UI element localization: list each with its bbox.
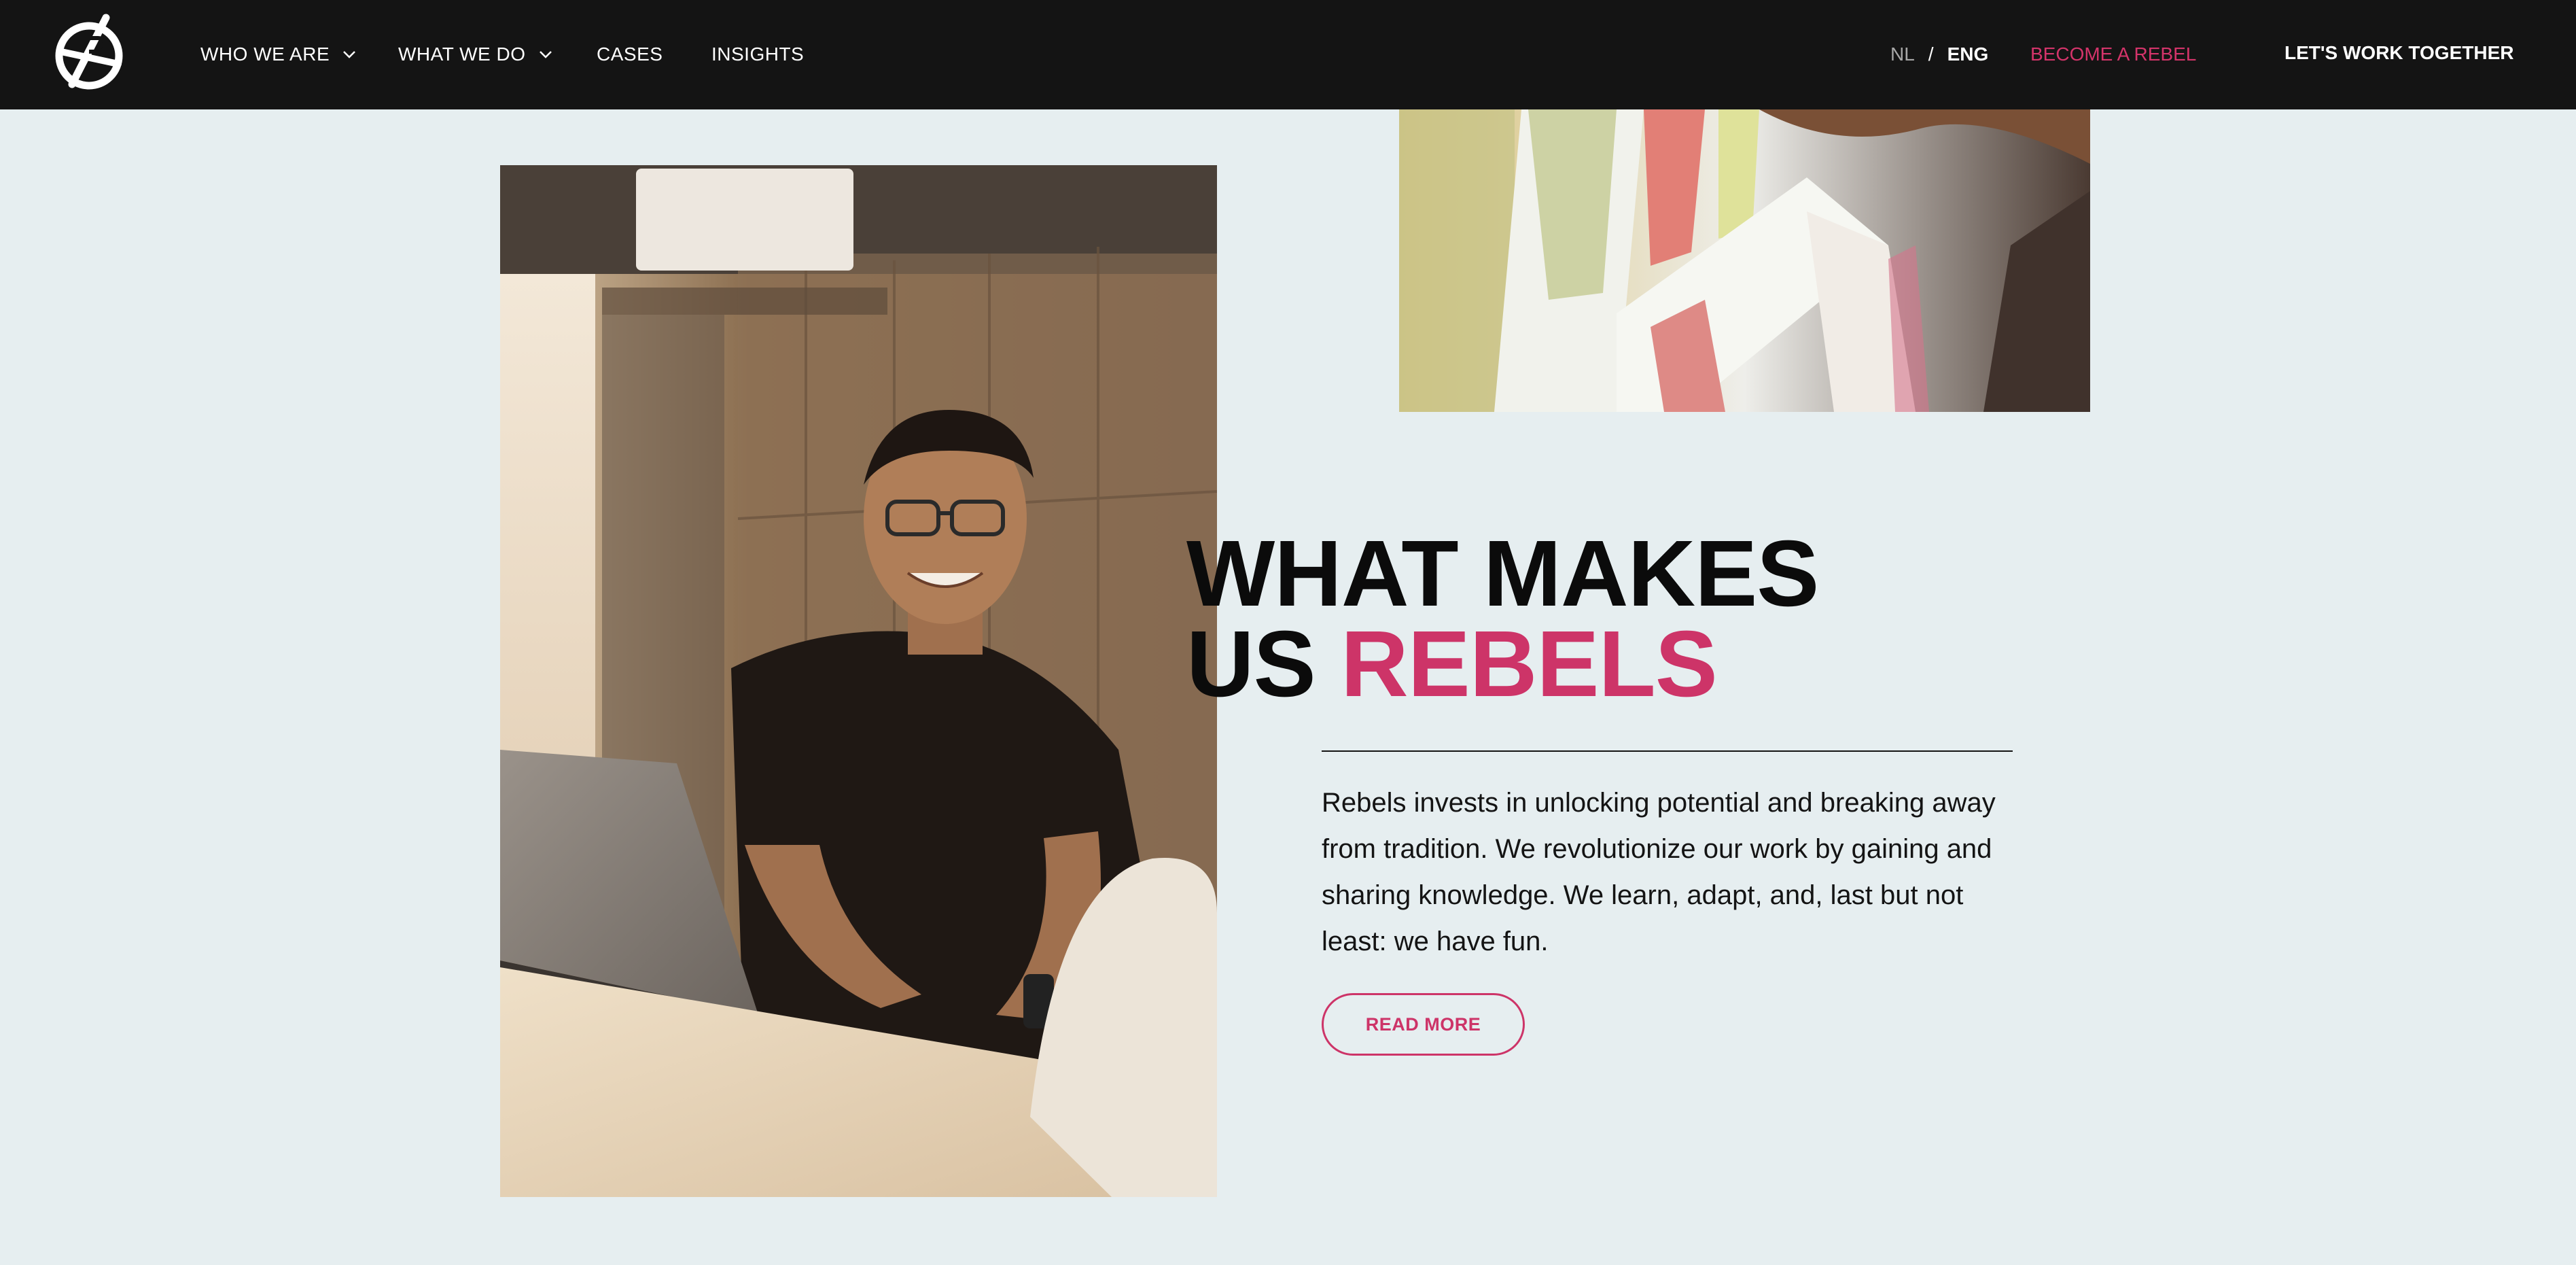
team-member-photo [500, 165, 1217, 1197]
heading-accent-word: REBELS [1341, 612, 1718, 716]
nav-cases[interactable]: CASES [597, 41, 663, 68]
nav-who-we-are[interactable]: WHO WE ARE [200, 41, 357, 68]
lang-eng-link[interactable]: ENG [1947, 44, 1989, 65]
heading-line-2-prefix: US [1186, 612, 1316, 716]
section-heading: WHAT MAKES US REBELS [1186, 527, 1819, 711]
language-switcher: NL / ENG [1890, 41, 1988, 68]
read-more-button[interactable]: READ MORE [1322, 993, 1525, 1056]
nav-cases-label: CASES [597, 44, 663, 65]
nav-what-we-do[interactable]: WHAT WE DO [398, 41, 553, 68]
nav-who-we-are-label: WHO WE ARE [200, 44, 330, 65]
chevron-down-icon [343, 51, 356, 58]
sticky-notes-photo [1399, 109, 2090, 412]
heading-line-1: WHAT MAKES [1186, 521, 1819, 626]
top-navbar: WHO WE ARE WHAT WE DO CASES INSIGHTS NL … [0, 0, 2576, 109]
nav-what-we-do-label: WHAT WE DO [398, 44, 526, 65]
nav-insights-label: INSIGHTS [711, 44, 805, 65]
section-divider [1322, 750, 2013, 752]
become-a-rebel-link[interactable]: BECOME A REBEL [2030, 41, 2196, 68]
lets-work-together-link[interactable]: LET'S WORK TOGETHER [2284, 39, 2513, 67]
nav-insights[interactable]: INSIGHTS [711, 41, 804, 68]
lang-nl-link[interactable]: NL [1890, 44, 1915, 65]
chevron-down-icon [539, 51, 552, 58]
section-body-text: Rebels invests in unlocking potential an… [1322, 788, 1996, 956]
lang-separator: / [1928, 44, 1934, 65]
rebels-logo-icon[interactable] [52, 11, 126, 95]
